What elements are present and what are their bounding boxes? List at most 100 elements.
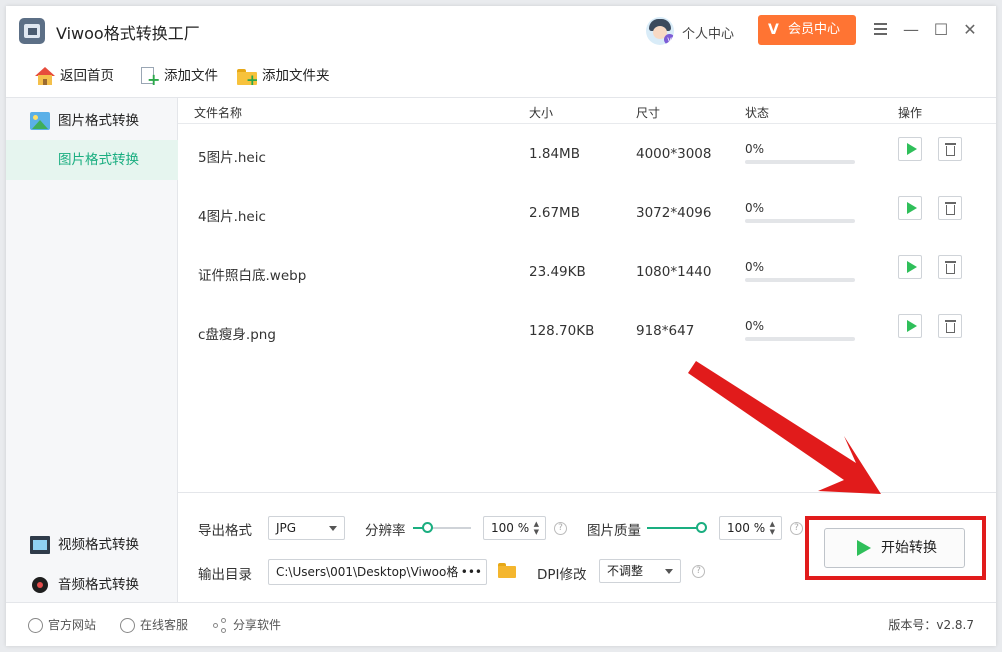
minimize-icon[interactable]: — <box>901 20 921 40</box>
output-dir-field[interactable]: C:\Users\001\Desktop\Viwoo格式 ••• <box>268 559 487 585</box>
sidebar-item-video-conversion[interactable]: 视频格式转换 <box>6 526 178 564</box>
slider-handle[interactable] <box>422 522 433 533</box>
version-label: 版本号：v2.8.7 <box>888 618 974 632</box>
chevron-down-icon <box>665 569 673 574</box>
column-header-dimensions: 尺寸 <box>636 106 661 120</box>
maximize-icon[interactable]: ☐ <box>931 20 951 40</box>
app-window: Viwoo格式转换工厂 v 个人中心 V 会员中心 — ☐ ✕ 返回首页 + 添… <box>6 6 996 646</box>
file-name: 证件照白底.webp <box>198 268 307 284</box>
menu-icon[interactable] <box>870 20 890 40</box>
file-size: 128.70KB <box>529 323 595 339</box>
vip-icon: V <box>768 22 779 38</box>
trash-icon <box>945 143 956 145</box>
export-format-select[interactable]: JPG <box>268 516 345 540</box>
resolution-input[interactable]: 100 % ▲ ▼ <box>483 516 546 540</box>
home-button[interactable]: 返回首页 <box>34 64 114 88</box>
status-bar: 官方网站 在线客服 分享软件 版本号：v2.8.7 <box>6 602 996 646</box>
app-logo-icon <box>19 18 45 44</box>
vip-center-button[interactable]: V 会员中心 <box>758 15 856 45</box>
start-conversion-button[interactable]: 开始转换 <box>824 528 965 568</box>
quality-input[interactable]: 100 % ▲ ▼ <box>719 516 782 540</box>
file-status: 0% <box>745 201 765 215</box>
progress-bar <box>745 160 855 164</box>
more-icon[interactable]: ••• <box>458 560 482 584</box>
file-size: 1.84MB <box>529 146 580 162</box>
progress-bar <box>745 278 855 282</box>
sidebar-item-label: 音频格式转换 <box>58 577 139 593</box>
play-icon <box>907 261 917 273</box>
play-button[interactable] <box>898 137 922 161</box>
sidebar-item-audio-conversion[interactable]: 音频格式转换 <box>6 566 178 604</box>
play-button[interactable] <box>898 255 922 279</box>
progress-bar <box>745 219 855 223</box>
table-row: 证件照白底.webp 23.49KB 1080*1440 0% <box>178 255 996 323</box>
resolution-slider[interactable] <box>413 521 471 535</box>
quality-slider[interactable] <box>647 521 707 535</box>
toolbar: 返回首页 + 添加文件 + 添加文件夹 <box>6 56 996 98</box>
output-dir-label: 输出目录 <box>198 567 252 583</box>
output-dir-value: C:\Users\001\Desktop\Viwoo格式 <box>276 565 471 579</box>
file-dimensions: 918*647 <box>636 323 695 339</box>
resolution-value: 100 % <box>491 521 530 535</box>
play-button[interactable] <box>898 196 922 220</box>
start-conversion-label: 开始转换 <box>881 540 937 556</box>
progress-bar <box>745 337 855 341</box>
home-icon <box>34 66 56 86</box>
home-label: 返回首页 <box>60 68 114 84</box>
slider-handle[interactable] <box>696 522 707 533</box>
play-button[interactable] <box>898 314 922 338</box>
resolution-help-icon[interactable]: ? <box>554 522 567 535</box>
file-table-header: 文件名称 大小 尺寸 状态 操作 <box>178 98 996 124</box>
online-service-link[interactable]: 在线客服 <box>120 617 188 633</box>
file-name: 4图片.heic <box>198 209 266 225</box>
file-dimensions: 4000*3008 <box>636 146 712 162</box>
vip-center-label: 会员中心 <box>788 22 841 37</box>
quality-help-icon[interactable]: ? <box>790 522 803 535</box>
sidebar-subitem-image-conversion[interactable]: 图片格式转换 <box>6 140 178 180</box>
close-icon[interactable]: ✕ <box>960 20 980 40</box>
dpi-select[interactable]: 不调整 <box>599 559 681 583</box>
add-file-button[interactable]: + 添加文件 <box>138 64 218 88</box>
file-name: 5图片.heic <box>198 150 266 166</box>
trash-icon <box>945 320 956 322</box>
share-software-label: 分享软件 <box>233 618 282 632</box>
table-row: c盘瘦身.png 128.70KB 918*647 0% <box>178 314 996 382</box>
open-folder-icon[interactable] <box>498 562 516 578</box>
share-icon <box>213 618 228 633</box>
online-service-label: 在线客服 <box>140 618 189 632</box>
stepper-icon[interactable]: ▲ ▼ <box>770 520 775 536</box>
file-dimensions: 1080*1440 <box>636 264 712 280</box>
share-software-link[interactable]: 分享软件 <box>213 617 281 633</box>
file-dimensions: 3072*4096 <box>636 205 712 221</box>
user-center-link[interactable]: 个人中心 <box>682 23 734 42</box>
stepper-icon[interactable]: ▲ ▼ <box>534 520 539 536</box>
delete-button[interactable] <box>938 314 962 338</box>
add-folder-button[interactable]: + 添加文件夹 <box>236 64 330 88</box>
export-format-value: JPG <box>276 521 297 535</box>
delete-button[interactable] <box>938 255 962 279</box>
delete-button[interactable] <box>938 137 962 161</box>
play-icon <box>907 320 917 332</box>
play-icon <box>907 143 917 155</box>
headset-icon <box>120 618 135 633</box>
globe-icon <box>28 618 43 633</box>
user-avatar-icon[interactable]: v <box>646 17 674 45</box>
play-icon <box>857 540 871 556</box>
resolution-label: 分辨率 <box>365 523 406 539</box>
add-folder-label: 添加文件夹 <box>262 68 330 84</box>
official-website-link[interactable]: 官方网站 <box>28 617 96 633</box>
sidebar-item-label: 图片格式转换 <box>58 113 139 129</box>
sidebar-item-image-conversion[interactable]: 图片格式转换 <box>6 102 178 140</box>
dpi-value: 不调整 <box>607 564 644 578</box>
export-format-label: 导出格式 <box>198 523 252 539</box>
column-header-name: 文件名称 <box>194 106 243 120</box>
app-title: Viwoo格式转换工厂 <box>56 24 200 43</box>
add-file-icon: + <box>138 66 160 88</box>
dpi-help-icon[interactable]: ? <box>692 565 705 578</box>
column-header-status: 状态 <box>745 106 770 120</box>
chevron-down-icon <box>329 526 337 531</box>
delete-button[interactable] <box>938 196 962 220</box>
quality-value: 100 % <box>727 521 766 535</box>
image-icon <box>30 112 50 130</box>
play-icon <box>907 202 917 214</box>
